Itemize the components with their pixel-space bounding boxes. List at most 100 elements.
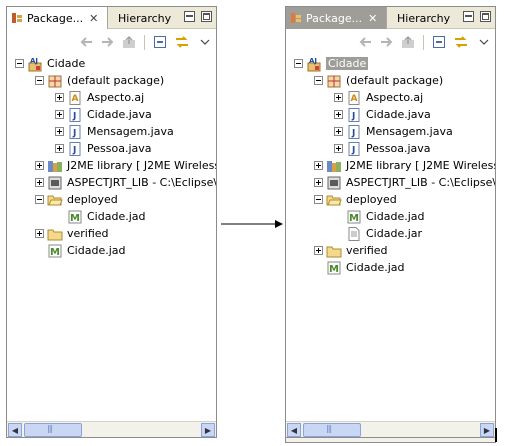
forward-arrow-icon[interactable] (99, 34, 115, 50)
tree-item-label: Pessoa.java (87, 142, 152, 155)
expand-icon[interactable] (334, 144, 343, 153)
scrollbar-thumb[interactable] (24, 423, 82, 437)
tree-item-label: Aspecto.aj (366, 91, 424, 104)
collapse-icon[interactable] (314, 195, 323, 204)
tree-item[interactable]: AJ Cidade (15, 55, 85, 72)
minimize-button[interactable] (463, 11, 474, 22)
tree-item[interactable]: M Cidade.jad (55, 208, 146, 225)
scroll-right-icon[interactable]: ▶ (201, 423, 215, 437)
java-file-icon: J (67, 141, 83, 157)
expand-icon[interactable] (35, 161, 44, 170)
horizontal-scrollbar[interactable]: ◀ ▶ (286, 421, 495, 437)
forward-arrow-icon[interactable] (378, 34, 394, 50)
svg-text:AJ: AJ (30, 57, 38, 65)
back-arrow-icon[interactable] (79, 34, 95, 50)
collapse-icon[interactable] (15, 59, 24, 68)
svg-text:J: J (351, 145, 355, 155)
tab-package-explorer[interactable]: Package... ✕ (286, 7, 387, 29)
tree-item[interactable]: J Pessoa.java (334, 140, 431, 157)
tab-hierarchy[interactable]: Hierarchy (393, 7, 455, 29)
tree-item[interactable]: ASPECTJRT_LIB - C:\Eclipse\e (314, 174, 495, 191)
tab-package-explorer[interactable]: Package... ✕ (7, 7, 108, 29)
view-menu-icon[interactable] (197, 34, 213, 50)
collapse-icon[interactable] (294, 59, 303, 68)
scroll-left-icon[interactable]: ◀ (8, 423, 22, 437)
collapse-all-icon[interactable] (152, 34, 168, 50)
package-explorer-icon (290, 12, 302, 24)
expand-icon[interactable] (334, 93, 343, 102)
close-icon[interactable]: ✕ (368, 12, 377, 25)
tab-hierarchy[interactable]: Hierarchy (114, 7, 176, 29)
horizontal-scrollbar[interactable]: ◀ ▶ (7, 421, 216, 437)
tree-item[interactable]: AJ Cidade (294, 55, 369, 72)
tree-item[interactable]: M Cidade.jad (314, 259, 405, 276)
svg-text:M: M (50, 247, 60, 258)
tree-item[interactable]: A Aspecto.aj (334, 89, 423, 106)
close-icon[interactable]: ✕ (89, 12, 98, 25)
tree-item[interactable]: deployed (314, 191, 397, 208)
tree-item[interactable]: J Pessoa.java (55, 140, 152, 157)
collapse-icon[interactable] (314, 76, 323, 85)
expand-icon[interactable] (314, 161, 323, 170)
jar-library-icon (326, 175, 342, 191)
maximize-button[interactable] (201, 11, 212, 22)
tree-item-label: Cidade.jad (87, 210, 146, 223)
expand-icon[interactable] (35, 229, 44, 238)
jad-file-icon: M (326, 260, 342, 276)
tree-item[interactable]: deployed (35, 191, 118, 208)
link-with-editor-icon[interactable] (453, 34, 469, 50)
tree-item-label: J2ME library [ J2ME Wireless T (67, 159, 216, 172)
collapse-all-icon[interactable] (431, 34, 447, 50)
tree-item[interactable]: verified (314, 242, 388, 259)
collapse-icon[interactable] (35, 195, 44, 204)
expand-icon[interactable] (334, 127, 343, 136)
svg-text:J: J (72, 111, 76, 121)
up-folder-icon[interactable] (121, 34, 137, 50)
tree-item[interactable]: J2ME library [ J2ME Wireless T (314, 157, 495, 174)
minimize-button[interactable] (184, 11, 195, 22)
tree-item-label: Cidade.java (366, 108, 431, 121)
expand-icon[interactable] (314, 178, 323, 187)
tree-item[interactable]: ASPECTJRT_LIB - C:\Eclipse\e (35, 174, 216, 191)
scroll-right-icon[interactable]: ▶ (480, 423, 494, 437)
jar-library-icon (47, 175, 63, 191)
tree-item-label: Cidade.jar (366, 227, 423, 240)
tree-item[interactable]: (default package) (35, 72, 164, 89)
svg-text:M: M (70, 213, 80, 224)
tree-item[interactable]: M Cidade.jad (35, 242, 126, 259)
tab-label: Package... (27, 11, 84, 25)
expand-icon[interactable] (55, 110, 64, 119)
tree-item[interactable]: J Cidade.java (55, 106, 152, 123)
scroll-left-icon[interactable]: ◀ (287, 423, 301, 437)
tree-item[interactable]: J Mensagem.java (55, 123, 174, 140)
expand-icon[interactable] (35, 178, 44, 187)
tree-item[interactable]: A Aspecto.aj (55, 89, 144, 106)
up-folder-icon[interactable] (400, 34, 416, 50)
expand-icon[interactable] (314, 246, 323, 255)
project-tree: AJ Cidade (default package) A Aspecto.aj J Cid… (7, 55, 216, 421)
tree-item[interactable]: M Cidade.jad (334, 208, 425, 225)
tree-item[interactable]: J Cidade.java (334, 106, 431, 123)
link-with-editor-icon[interactable] (174, 34, 190, 50)
tree-item[interactable]: Cidade.jar (334, 225, 422, 242)
collapse-icon[interactable] (35, 76, 44, 85)
tree-item-label: (default package) (346, 74, 444, 87)
tree-item[interactable]: verified (35, 225, 109, 242)
maximize-button[interactable] (480, 11, 491, 22)
tree-item[interactable]: J Mensagem.java (334, 123, 453, 140)
expand-icon[interactable] (55, 144, 64, 153)
package-icon (326, 73, 342, 89)
svg-text:M: M (349, 213, 359, 224)
scrollbar-thumb[interactable] (303, 423, 361, 437)
expand-icon[interactable] (55, 127, 64, 136)
package-explorer-after: Package... ✕ Hierarchy AJ Cidade (default … (285, 6, 496, 438)
folder-open-icon (326, 192, 342, 208)
expand-icon[interactable] (55, 93, 64, 102)
view-menu-icon[interactable] (476, 34, 492, 50)
tree-item[interactable]: J2ME library [ J2ME Wireless T (35, 157, 216, 174)
svg-text:J: J (351, 111, 355, 121)
expand-icon[interactable] (334, 110, 343, 119)
tree-item-label: (default package) (67, 74, 165, 87)
tree-item[interactable]: (default package) (314, 72, 443, 89)
back-arrow-icon[interactable] (358, 34, 374, 50)
